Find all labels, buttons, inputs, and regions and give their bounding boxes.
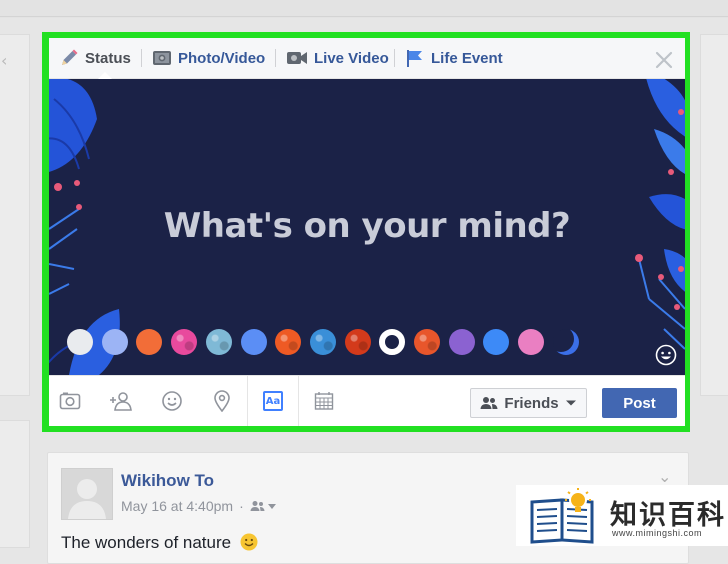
book-lightbulb-logo xyxy=(530,488,594,544)
audience-friends-icon[interactable] xyxy=(250,500,276,512)
background-left-panel: ‹ xyxy=(0,34,30,396)
check-in-button[interactable] xyxy=(205,376,239,426)
tab-photo-video-label: Photo/Video xyxy=(178,49,266,67)
tab-life-event[interactable]: Life Event xyxy=(405,38,503,78)
text-style-icon: Aa xyxy=(263,391,283,411)
post-button[interactable]: Post xyxy=(602,388,677,418)
tab-separator xyxy=(394,49,395,67)
flag-icon xyxy=(407,50,422,67)
photo-icon xyxy=(59,392,81,410)
close-icon[interactable] xyxy=(653,49,675,71)
audience-label: Friends xyxy=(504,394,559,412)
default-avatar-icon xyxy=(62,469,112,519)
feeling-activity-button[interactable] xyxy=(155,376,189,426)
camera-icon xyxy=(153,51,171,65)
background-swatch[interactable] xyxy=(552,329,579,355)
background-swatch[interactable] xyxy=(309,329,336,355)
tab-status-label: Status xyxy=(85,49,131,67)
action-divider xyxy=(247,376,248,426)
active-tab-caret xyxy=(98,72,112,79)
background-right-panel xyxy=(700,34,728,396)
tab-photo-video[interactable]: Photo/Video xyxy=(152,38,265,78)
chevron-left-icon: ‹ xyxy=(1,51,8,70)
post-author-link[interactable]: Wikihow To xyxy=(121,471,214,491)
background-swatch[interactable] xyxy=(171,329,198,355)
post-options-chevron-icon[interactable]: ⌄ xyxy=(658,467,671,486)
friends-icon xyxy=(480,397,498,409)
post-text: The wonders of nature xyxy=(61,533,258,553)
schedule-button[interactable] xyxy=(307,376,341,426)
post-meta: May 16 at 4:40pm · xyxy=(121,498,276,514)
background-swatch[interactable] xyxy=(67,329,93,355)
status-prompt[interactable]: What's on your mind? xyxy=(49,206,685,246)
watermark-url: www.mimingshi.com xyxy=(612,528,703,538)
background-swatch[interactable] xyxy=(518,329,545,355)
action-divider xyxy=(298,376,299,426)
composer-tabs: Status Photo/Video Live Video Life Event xyxy=(49,38,685,79)
feeling-icon xyxy=(162,391,182,411)
chevron-down-icon xyxy=(565,400,576,406)
background-swatch[interactable] xyxy=(344,329,371,355)
tag-friends-icon xyxy=(110,392,132,411)
watermark-title: 知识百科 xyxy=(610,500,726,530)
audience-selector[interactable]: Friends xyxy=(470,388,587,418)
tab-life-event-label: Life Event xyxy=(431,49,503,67)
pencil-icon xyxy=(62,49,78,65)
add-photo-button[interactable] xyxy=(53,376,87,426)
background-swatch[interactable] xyxy=(448,329,475,355)
tab-live-video[interactable]: Live Video xyxy=(286,38,389,78)
background-swatch[interactable] xyxy=(205,329,232,355)
tab-separator xyxy=(141,49,142,67)
text-style-button[interactable]: Aa xyxy=(256,376,290,426)
tab-separator xyxy=(275,49,276,67)
calendar-icon xyxy=(314,392,334,410)
video-camera-icon xyxy=(287,52,307,64)
tab-live-video-label: Live Video xyxy=(314,49,389,67)
location-icon xyxy=(214,390,230,412)
background-swatch[interactable] xyxy=(240,329,267,355)
emoji-icon[interactable] xyxy=(655,344,677,366)
meta-separator: · xyxy=(239,498,244,514)
avatar[interactable] xyxy=(61,468,113,520)
tag-friends-button[interactable] xyxy=(104,376,138,426)
background-swatch[interactable] xyxy=(101,329,128,355)
composer-action-bar: Aa Friends Post xyxy=(49,375,685,426)
post-timestamp[interactable]: May 16 at 4:40pm xyxy=(121,498,233,514)
status-background-canvas[interactable]: What's on your mind? xyxy=(49,79,685,375)
watermark: 知识百科 www.mimingshi.com xyxy=(516,485,728,546)
post-body: The wonders of nature xyxy=(61,533,232,552)
tab-status[interactable]: Status xyxy=(59,38,131,78)
status-composer: Status Photo/Video Live Video Life Event… xyxy=(49,38,685,426)
background-swatch[interactable] xyxy=(414,329,440,355)
background-left-lower-panel xyxy=(0,420,30,548)
background-divider xyxy=(0,16,728,17)
background-swatch[interactable] xyxy=(275,329,302,355)
smiley-emoji-icon xyxy=(240,533,258,551)
